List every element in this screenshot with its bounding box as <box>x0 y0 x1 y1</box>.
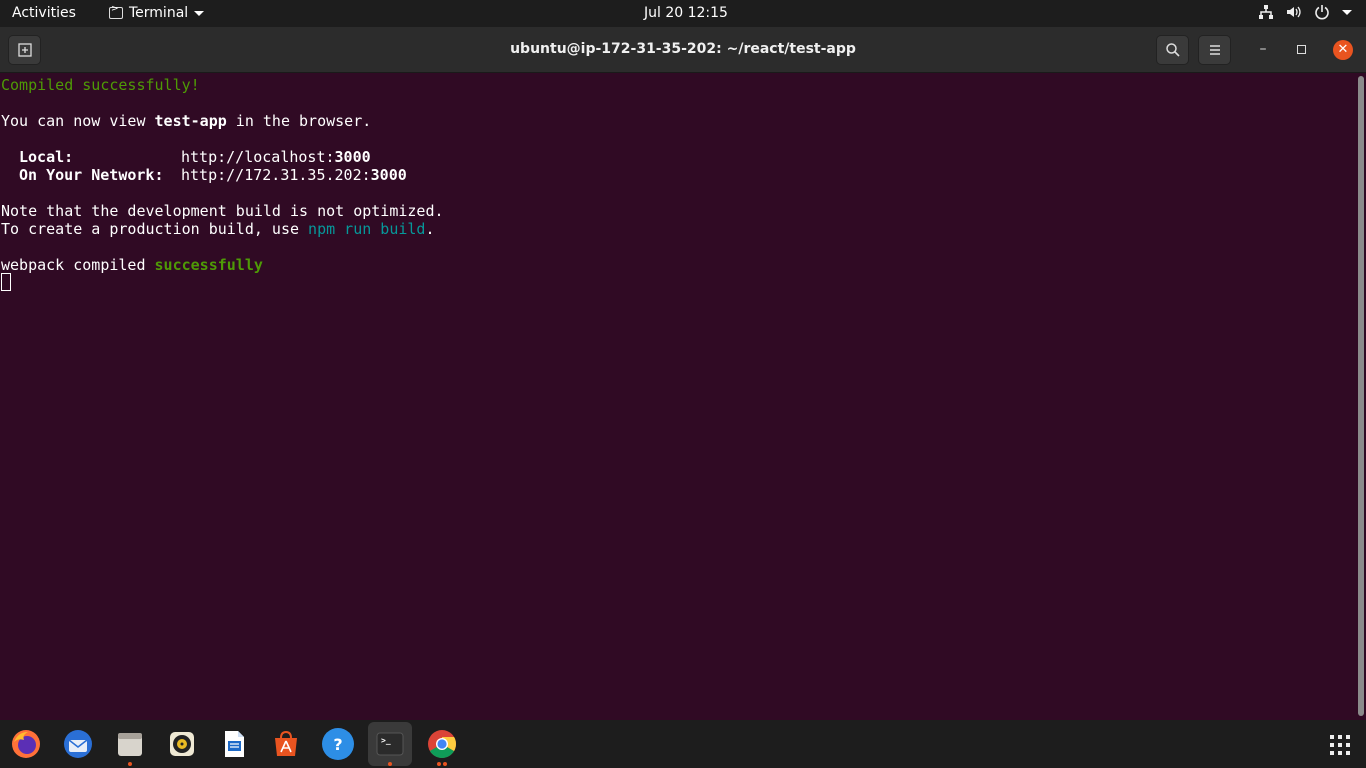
search-icon <box>1165 43 1180 57</box>
network-url: http://172.31.35.202:3000 <box>181 166 407 184</box>
activities-button[interactable]: Activities <box>12 5 76 21</box>
files-icon[interactable] <box>114 728 146 760</box>
terminal-icon[interactable]: >_ <box>374 728 406 760</box>
scrollbar[interactable] <box>1357 74 1366 720</box>
network-label: On Your Network: <box>19 166 164 184</box>
running-indicator <box>443 762 447 766</box>
note-line: Note that the development build is not o… <box>1 202 444 220</box>
network-url-host: http://172.31.35.202: <box>181 166 371 184</box>
system-status-menu[interactable] <box>1258 4 1352 20</box>
local-label: Local: <box>19 148 74 166</box>
production-text: To create a production build, use <box>1 220 309 238</box>
ubuntu-software-icon[interactable] <box>270 728 302 760</box>
software-logo <box>275 730 297 756</box>
top-bar: Activities Terminal Jul 20 12:15 <box>0 0 1366 27</box>
thunderbird-logo <box>64 730 92 758</box>
firefox-icon[interactable] <box>10 728 42 760</box>
firefox-logo <box>12 730 40 758</box>
view-line: You can now view test-app in the browser… <box>1 112 371 130</box>
terminal-output[interactable]: Compiled successfully! You can now view … <box>0 74 1357 720</box>
dock: ? >_ <box>0 720 1366 768</box>
chrome-icon[interactable] <box>426 728 458 760</box>
hamburger-icon <box>1209 45 1220 55</box>
rhythmbox-icon[interactable] <box>166 728 198 760</box>
view-text-end: in the browser. <box>226 112 372 130</box>
search-button[interactable] <box>1156 35 1189 65</box>
chevron-down-icon <box>1342 9 1352 15</box>
close-button[interactable]: ✕ <box>1333 40 1353 60</box>
webpack-status: successfully <box>154 256 263 274</box>
volume-icon <box>1287 6 1301 18</box>
menu-button[interactable] <box>1198 35 1231 65</box>
webpack-line: webpack compiled successfully <box>1 256 263 274</box>
local-url-host: http://localhost: <box>181 148 335 166</box>
network-icon <box>1259 5 1273 19</box>
running-indicator <box>388 762 392 766</box>
terminal-headerbar: ubuntu@ip-172-31-35-202: ~/react/test-ap… <box>0 27 1366 73</box>
view-text: You can now view <box>1 112 155 130</box>
production-line: To create a production build, use npm ru… <box>1 220 434 238</box>
rhythmbox-logo <box>170 732 194 756</box>
libreoffice-writer-icon[interactable] <box>218 728 250 760</box>
terminal-app-icon <box>109 4 123 19</box>
app-name-text: test-app <box>154 112 227 130</box>
thunderbird-icon[interactable] <box>62 728 94 760</box>
minimize-button[interactable]: – <box>1254 41 1272 57</box>
scrollbar-thumb[interactable] <box>1358 76 1364 716</box>
local-url: http://localhost:3000 <box>181 148 371 166</box>
network-url-port: 3000 <box>370 166 407 184</box>
running-indicator <box>128 762 132 766</box>
chrome-logo <box>428 730 456 758</box>
chevron-down-icon <box>194 10 205 16</box>
local-url-port: 3000 <box>334 148 371 166</box>
production-text-end: . <box>425 220 435 238</box>
terminal-cursor <box>1 273 11 291</box>
npm-command: npm run build <box>308 220 426 238</box>
app-menu-label: Terminal <box>129 5 189 21</box>
maximize-button[interactable] <box>1297 45 1306 54</box>
clock[interactable]: Jul 20 12:15 <box>644 5 728 21</box>
show-applications-icon[interactable] <box>1330 735 1350 755</box>
terminal-logo: >_ <box>376 732 404 756</box>
svg-text:>_: >_ <box>381 736 391 745</box>
app-menu[interactable]: Terminal <box>109 4 205 21</box>
help-icon[interactable]: ? <box>322 728 354 760</box>
compiled-line: Compiled successfully! <box>1 76 200 94</box>
files-logo <box>118 733 142 756</box>
writer-logo <box>225 731 244 757</box>
webpack-text: webpack compiled <box>1 256 155 274</box>
power-icon <box>1315 5 1329 20</box>
running-indicator <box>437 762 441 766</box>
